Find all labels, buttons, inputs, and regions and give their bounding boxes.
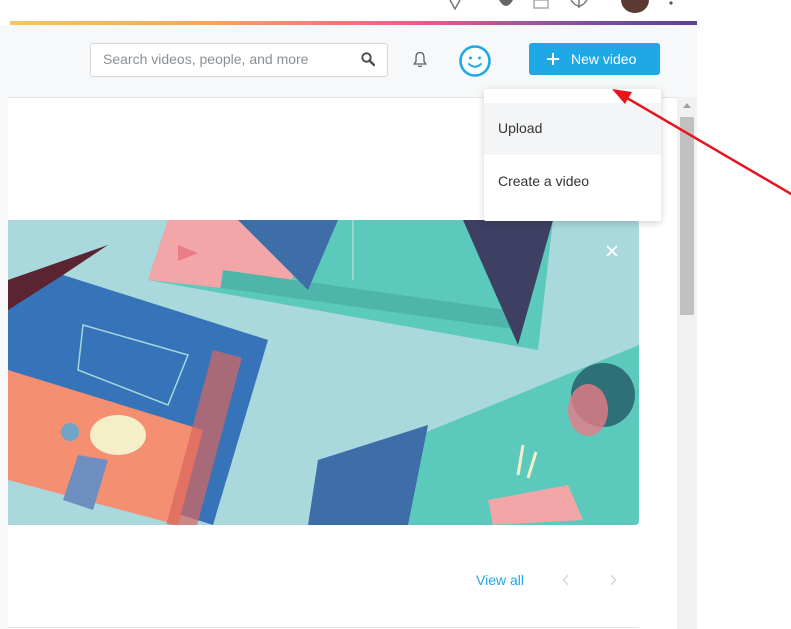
search-icon[interactable] <box>361 52 375 67</box>
dropdown-item-label: Create a video <box>498 173 590 189</box>
promo-banner <box>8 220 639 525</box>
new-video-button[interactable]: New video <box>529 43 660 75</box>
new-video-label: New video <box>571 51 637 67</box>
bookmark-star-icon[interactable] <box>448 0 462 10</box>
profile-avatar-icon[interactable] <box>620 0 650 14</box>
extension-icon[interactable] <box>498 0 514 10</box>
chevron-right-icon[interactable] <box>609 574 617 586</box>
smiley-avatar-icon[interactable] <box>458 44 492 78</box>
search-input[interactable] <box>103 51 353 67</box>
search-box[interactable] <box>90 43 388 77</box>
extension-icon[interactable] <box>570 0 588 11</box>
browser-toolbar <box>0 0 697 22</box>
banner-illustration <box>8 220 639 525</box>
scroll-up-arrow-icon[interactable] <box>683 103 691 108</box>
close-icon[interactable] <box>605 244 619 258</box>
section-divider <box>8 627 639 628</box>
menu-dots-icon[interactable] <box>668 0 674 10</box>
page-scrollbar[interactable] <box>677 97 697 629</box>
bell-icon[interactable] <box>413 51 427 68</box>
scrollbar-thumb[interactable] <box>680 117 694 315</box>
app-header: New video <box>0 25 697 98</box>
dropdown-item-label: Upload <box>498 120 543 136</box>
dropdown-item-upload[interactable]: Upload <box>484 103 661 155</box>
extension-icon[interactable] <box>533 0 549 10</box>
new-video-dropdown: Upload Create a video <box>484 89 661 221</box>
plus-icon <box>547 53 559 65</box>
sidebar-edge <box>0 97 8 629</box>
view-all-link[interactable]: View all <box>476 572 524 588</box>
chevron-left-icon[interactable] <box>562 574 570 586</box>
dropdown-item-create-video[interactable]: Create a video <box>484 156 661 208</box>
